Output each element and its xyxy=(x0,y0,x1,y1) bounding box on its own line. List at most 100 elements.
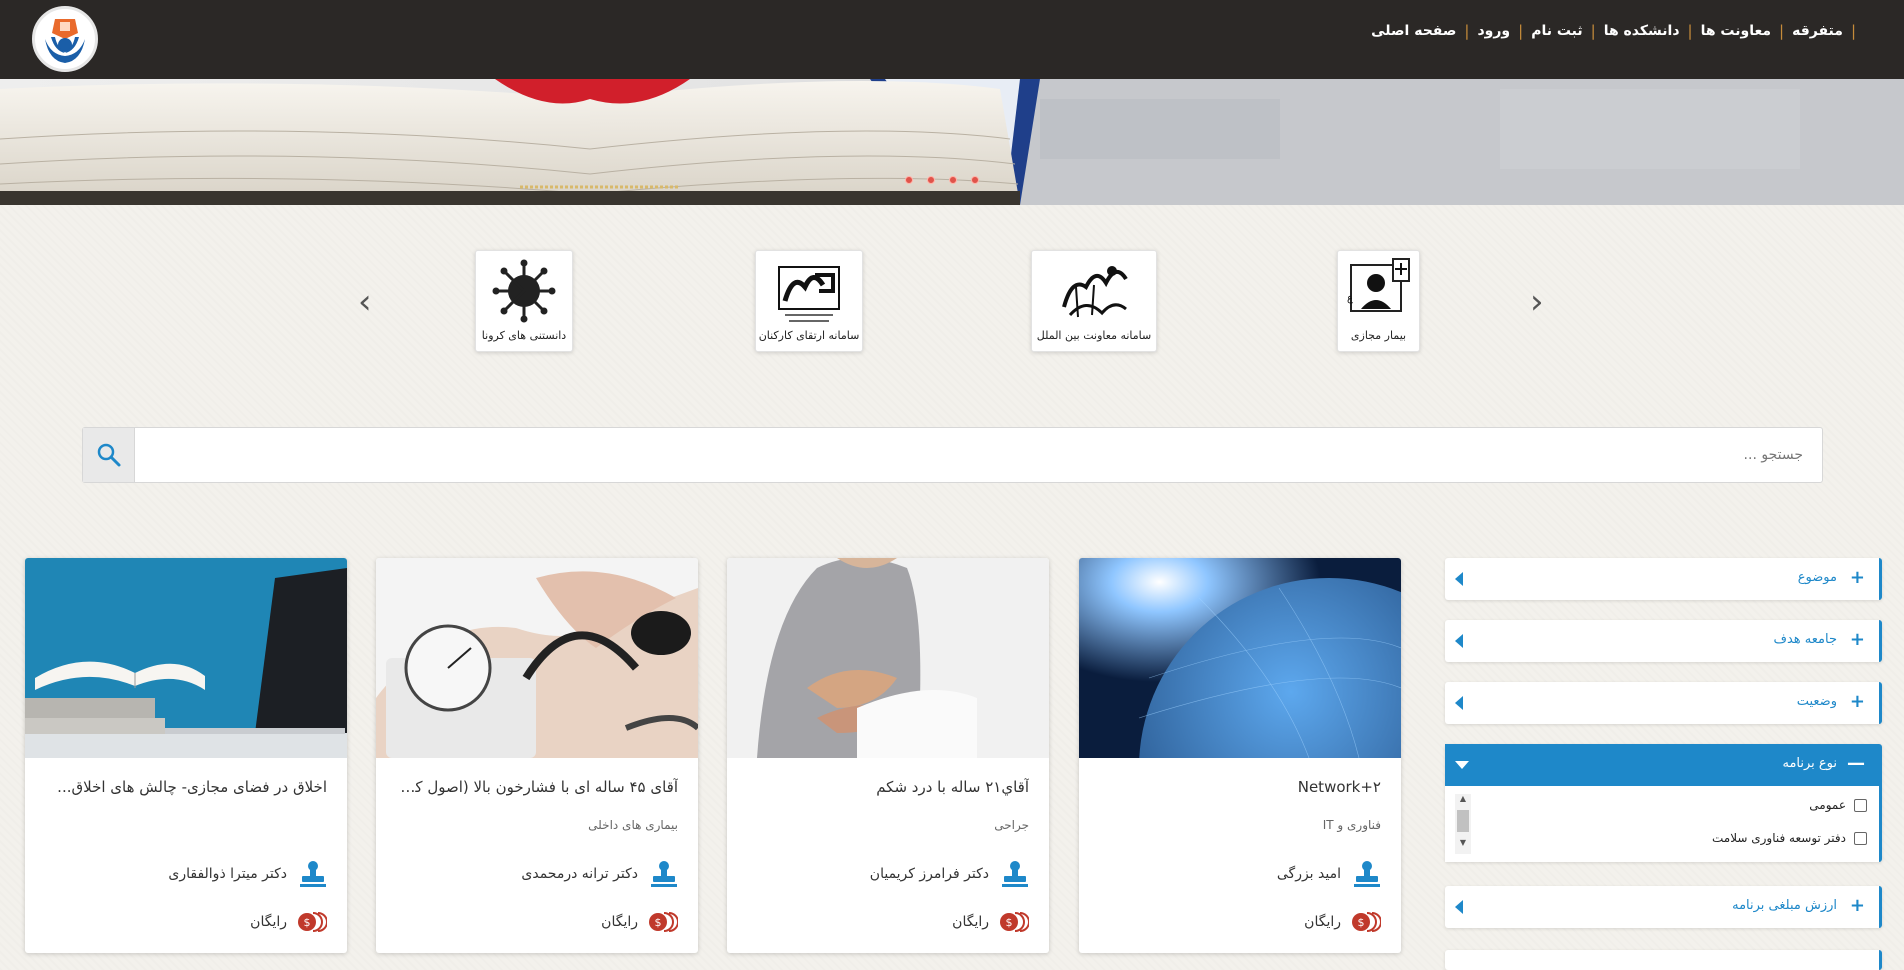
nav-faculties[interactable]: دانشکده ها xyxy=(1596,23,1688,39)
option-checkbox[interactable] xyxy=(1854,798,1867,812)
quick-link-staff-training[interactable]: سامانه ارتقای کارکنان xyxy=(755,250,863,352)
course-price: $ رایگان xyxy=(250,911,327,933)
course-title[interactable]: اخلاق در فضای مجازی- چالش های اخلاق... xyxy=(42,778,327,796)
banner-image xyxy=(0,79,1904,205)
quick-link-label: سامانه معاونت بین الملل xyxy=(1036,329,1152,342)
teacher-icon xyxy=(1002,861,1028,887)
course-title[interactable]: آقای ۴۵ ساله ای با فشارخون بالا (اصول کل… xyxy=(393,778,678,796)
plus-icon: + xyxy=(1849,629,1865,650)
quick-link-corona[interactable]: دانستنی های کرونا xyxy=(475,250,573,352)
svg-text:$: $ xyxy=(1006,916,1013,929)
quick-link-virtual-patient[interactable]: ع بیمار مجازی xyxy=(1337,250,1420,352)
teacher-name: دکتر ترانه درمحمدی xyxy=(521,866,638,882)
nav-home[interactable]: صفحه اصلی xyxy=(1363,23,1464,39)
slide-dot[interactable] xyxy=(971,176,979,184)
filter-label: وضعیت xyxy=(1796,694,1837,709)
course-image xyxy=(376,558,698,758)
course-title[interactable]: آقاي۲۱ ساله با درد شکم xyxy=(744,778,1029,796)
nav-separator: | xyxy=(1850,22,1856,40)
filter-price-value[interactable]: + ارزش مبلغی برنامه xyxy=(1445,886,1882,928)
course-title[interactable]: Network+۲ xyxy=(1096,778,1381,796)
filter-subject[interactable]: + موضوع xyxy=(1445,558,1882,600)
course-card[interactable]: آقای ۴۵ ساله ای با فشارخون بالا (اصول کل… xyxy=(376,558,698,953)
filter-header[interactable]: + جامعه هدف xyxy=(1445,620,1879,662)
scroll-down-icon[interactable]: ▼ xyxy=(1455,838,1471,848)
staff-training-logo-icon xyxy=(778,266,840,322)
banner-slider[interactable] xyxy=(0,79,1904,205)
teacher-name: دکتر میترا ذوالفقاری xyxy=(168,866,287,882)
caret-down-icon xyxy=(1455,761,1469,769)
course-card[interactable]: آقاي۲۱ ساله با درد شکم جراحی دکتر فرامرز… xyxy=(727,558,1049,953)
coin-icon: $ xyxy=(1352,912,1381,932)
coin-icon: $ xyxy=(649,912,678,932)
filter-option[interactable]: دفتر توسعه فناوری سلامت xyxy=(1712,831,1867,845)
slide-dot[interactable] xyxy=(905,176,913,184)
carousel-prev-arrow-icon[interactable]: ‹ xyxy=(358,285,372,319)
teacher-icon xyxy=(1354,861,1380,887)
scroll-thumb[interactable] xyxy=(1457,810,1469,832)
filter-header[interactable]: — نوع برنامه xyxy=(1445,744,1879,786)
nav-register[interactable]: ثبت نام xyxy=(1523,23,1590,39)
search-button[interactable] xyxy=(83,428,135,482)
nav-separator: | xyxy=(1518,22,1524,40)
search-bar xyxy=(82,427,1823,483)
banner-pagination xyxy=(905,176,979,184)
nav-deputies[interactable]: معاونت ها xyxy=(1693,23,1779,39)
course-teacher: دکتر میترا ذوالفقاری xyxy=(168,860,327,888)
plus-icon: + xyxy=(1849,691,1865,712)
carousel-next-arrow-icon[interactable]: › xyxy=(1530,285,1544,319)
caret-left-icon xyxy=(1455,696,1463,710)
university-logo[interactable] xyxy=(32,6,98,72)
nav-separator: | xyxy=(1590,22,1596,40)
option-label: دفتر توسعه فناوری سلامت xyxy=(1711,831,1846,845)
filter-more[interactable] xyxy=(1445,950,1882,970)
nav-login[interactable]: ورود xyxy=(1469,23,1518,39)
filter-option[interactable]: عمومی xyxy=(1809,798,1867,812)
plus-icon: + xyxy=(1849,895,1865,916)
search-input[interactable] xyxy=(135,428,1821,482)
teacher-name: امید بزرگی xyxy=(1276,866,1341,882)
teacher-icon xyxy=(300,861,326,887)
caret-left-icon xyxy=(1455,900,1463,914)
nav-misc[interactable]: متفرقه xyxy=(1784,23,1851,39)
filter-header[interactable]: + ارزش مبلغی برنامه xyxy=(1445,886,1879,928)
nav-separator: | xyxy=(1687,22,1693,40)
course-category: فناوری و IT xyxy=(1322,818,1381,832)
filter-status[interactable]: + وضعیت xyxy=(1445,682,1882,724)
course-price: $ رایگان xyxy=(952,911,1029,933)
price-value: رایگان xyxy=(601,914,638,930)
slide-dot[interactable] xyxy=(949,176,957,184)
slide-dot[interactable] xyxy=(927,176,935,184)
filter-header[interactable]: + وضعیت xyxy=(1445,682,1879,724)
virus-icon xyxy=(492,259,556,323)
filter-audience[interactable]: + جامعه هدف xyxy=(1445,620,1882,662)
plus-icon: + xyxy=(1849,567,1865,588)
options-scrollbar[interactable]: ▲ ▼ xyxy=(1455,794,1471,854)
course-image xyxy=(1079,558,1401,758)
filter-label: جامعه هدف xyxy=(1773,632,1838,647)
virtual-patient-icon: ع xyxy=(1347,258,1410,312)
course-card[interactable]: اخلاق در فضای مجازی- چالش های اخلاق... د… xyxy=(25,558,347,953)
course-teacher: دکتر ترانه درمحمدی xyxy=(521,860,678,888)
price-value: رایگان xyxy=(1304,914,1341,930)
coin-icon: $ xyxy=(298,912,327,932)
quick-link-international[interactable]: سامانه معاونت بین الملل xyxy=(1031,250,1157,352)
filter-header[interactable]: + موضوع xyxy=(1445,558,1879,600)
scroll-up-icon[interactable]: ▲ xyxy=(1455,794,1471,804)
nav-separator: | xyxy=(1779,22,1785,40)
search-icon xyxy=(97,443,120,467)
svg-text:$: $ xyxy=(304,916,311,929)
course-image xyxy=(25,558,347,758)
price-value: رایگان xyxy=(250,914,287,930)
top-navbar: صفحه اصلی | ورود | ثبت نام | دانشکده ها … xyxy=(0,0,1904,79)
course-card[interactable]: Network+۲ فناوری و IT امید بزرگی $ رایگا… xyxy=(1079,558,1401,953)
course-category: جراحی xyxy=(994,818,1029,832)
option-checkbox[interactable] xyxy=(1854,831,1867,845)
quick-link-label: دانستنی های کرونا xyxy=(481,329,567,342)
filter-label: ارزش مبلغی برنامه xyxy=(1732,898,1837,913)
filter-program-type[interactable]: — نوع برنامه عمومی دفتر توسعه فناوری سلا… xyxy=(1445,744,1882,862)
quick-link-label: سامانه ارتقای کارکنان xyxy=(758,329,860,342)
option-label: عمومی xyxy=(1809,798,1846,812)
filter-label: موضوع xyxy=(1797,570,1837,585)
course-price: $ رایگان xyxy=(601,911,678,933)
